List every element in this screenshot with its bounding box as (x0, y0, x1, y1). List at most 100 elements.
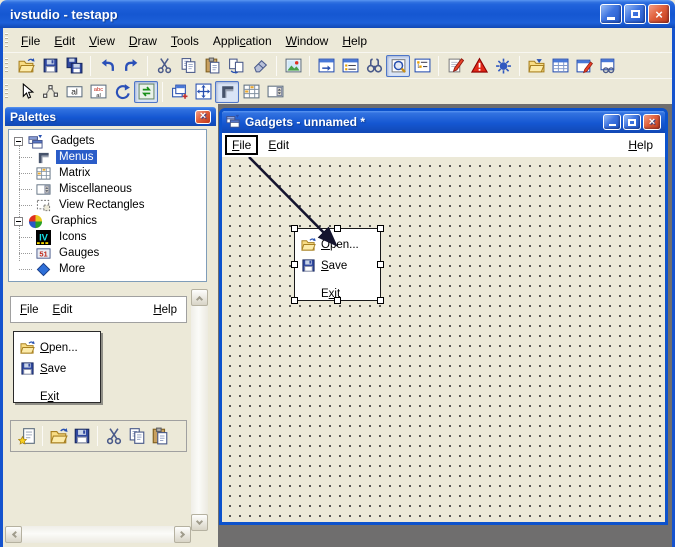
palette-vertical-scrollbar[interactable] (191, 289, 208, 531)
menu-corner-button[interactable] (215, 81, 239, 103)
folder-window-button[interactable] (524, 55, 548, 77)
menu-draw[interactable]: Draw (122, 32, 164, 50)
selection-handle-top-center[interactable] (334, 225, 341, 232)
toolbar-standard-gripper[interactable] (5, 58, 8, 74)
paste-button[interactable] (148, 424, 171, 448)
error-warning-button[interactable] (467, 55, 491, 77)
selection-handle-top-right[interactable] (377, 225, 384, 232)
tree-item-gauges[interactable]: 51Gauges (9, 245, 206, 261)
tree-expander-minus-icon[interactable] (14, 217, 23, 226)
eraser-button[interactable] (248, 55, 272, 77)
redo-button[interactable] (119, 55, 143, 77)
polyline-button[interactable] (38, 81, 62, 103)
menu-gadget[interactable]: Open...SaveExit (295, 229, 374, 300)
save-button[interactable] (70, 424, 93, 448)
close-button[interactable]: × (643, 114, 661, 130)
selection-handle-bottom-right[interactable] (377, 297, 384, 304)
gadgets-canvas[interactable]: Open...SaveExit (222, 157, 665, 522)
toolbar-draw-gripper[interactable] (5, 84, 8, 100)
edit-pencil-button[interactable] (443, 55, 467, 77)
minimize-button[interactable] (603, 114, 621, 130)
matrix-table-button[interactable] (239, 81, 263, 103)
select-arrow-button[interactable] (14, 81, 38, 103)
tree-view-button[interactable] (410, 55, 434, 77)
menubar-item-file[interactable]: File (20, 304, 39, 316)
menu-item-save[interactable]: Save (295, 255, 374, 276)
menu-window[interactable]: Window (279, 32, 336, 50)
tree-item-gadgets[interactable]: Gadgets (9, 133, 206, 149)
selection-handle-bottom-center[interactable] (334, 297, 341, 304)
window-find-button[interactable] (596, 55, 620, 77)
minimize-button[interactable] (600, 4, 622, 24)
menubar-item-file[interactable]: File (225, 135, 258, 155)
palettes-close-button[interactable]: × (195, 110, 211, 124)
selection-handle-bottom-left[interactable] (291, 297, 298, 304)
menu-application[interactable]: Application (206, 32, 279, 50)
menu-view[interactable]: View (82, 32, 122, 50)
scroll-down-button[interactable] (191, 514, 208, 531)
menu-gadget-selection[interactable]: Open...SaveExit (294, 228, 381, 301)
undo-button[interactable] (95, 55, 119, 77)
new-item-button[interactable] (15, 424, 38, 448)
open-button[interactable] (14, 55, 38, 77)
cut-button[interactable] (152, 55, 176, 77)
copy-button[interactable] (125, 424, 148, 448)
paste-button[interactable] (200, 55, 224, 77)
duplicate-button[interactable] (224, 55, 248, 77)
selection-handle-middle-right[interactable] (377, 261, 384, 268)
selection-handle-top-left[interactable] (291, 225, 298, 232)
tree-item-more[interactable]: More (9, 261, 206, 277)
palette-item-menubar-sample[interactable]: File Edit Help (10, 296, 187, 323)
tree-item-matrix[interactable]: Matrix (9, 165, 206, 181)
window-list-button[interactable] (338, 55, 362, 77)
debug-bug-button[interactable] (491, 55, 515, 77)
tree-item-icons[interactable]: IVIcons (9, 229, 206, 245)
palette-horizontal-scrollbar[interactable] (5, 526, 191, 543)
selection-handle-middle-left[interactable] (291, 261, 298, 268)
scroll-left-button[interactable] (5, 526, 22, 543)
menu-tools[interactable]: Tools (164, 32, 206, 50)
menu-file[interactable]: File (14, 32, 47, 50)
window-preview-button[interactable] (314, 55, 338, 77)
tree-item-view-rectangles[interactable]: View Rectangles (9, 197, 206, 213)
gadgets-titlebar[interactable]: Gadgets - unnamed * × (222, 111, 665, 133)
window-grid-button[interactable] (548, 55, 572, 77)
menubar-item-edit[interactable]: Edit (261, 136, 296, 154)
rotate-button[interactable] (110, 81, 134, 103)
menubar-item-help[interactable]: Help (621, 136, 662, 154)
label-button[interactable]: al (62, 81, 86, 103)
scroll-right-button[interactable] (174, 526, 191, 543)
menubar-gripper[interactable] (5, 33, 8, 49)
tree-expander-minus-icon[interactable] (14, 137, 23, 146)
scroll-up-button[interactable] (191, 289, 208, 306)
open-button[interactable] (47, 424, 70, 448)
refresh-button[interactable] (134, 81, 158, 103)
save-all-button[interactable] (62, 55, 86, 77)
tree-item-menus[interactable]: Menus (9, 149, 206, 165)
binoculars-button[interactable] (362, 55, 386, 77)
tree-item-miscellaneous[interactable]: Miscellaneous (9, 181, 206, 197)
zoom-select-button[interactable] (386, 55, 410, 77)
menubar-item-help[interactable]: Help (153, 304, 177, 316)
menu-item-open[interactable]: Open... (14, 337, 100, 358)
copy-button[interactable] (176, 55, 200, 77)
tree-item-graphics[interactable]: Graphics (9, 213, 206, 229)
menu-item-save[interactable]: Save (14, 358, 100, 379)
palettes-titlebar[interactable]: Palettes × (5, 107, 216, 126)
resize-arrows-button[interactable] (191, 81, 215, 103)
maximize-button[interactable] (623, 114, 641, 130)
palette-item-toolbar-sample[interactable] (10, 420, 187, 452)
picture-button[interactable] (281, 55, 305, 77)
menu-help[interactable]: Help (335, 32, 374, 50)
menu-item-open[interactable]: Open... (295, 234, 374, 255)
window-edit-button[interactable] (572, 55, 596, 77)
menu-edit[interactable]: Edit (47, 32, 82, 50)
multiline-label-button[interactable]: abcal (86, 81, 110, 103)
maximize-button[interactable] (624, 4, 646, 24)
menubar-item-edit[interactable]: Edit (53, 304, 73, 316)
cascade-new-button[interactable] (167, 81, 191, 103)
close-button[interactable]: × (648, 4, 670, 24)
save-button[interactable] (38, 55, 62, 77)
palette-item-popup-menu-sample[interactable]: Open...SaveExit (13, 331, 101, 403)
cut-button[interactable] (102, 424, 125, 448)
